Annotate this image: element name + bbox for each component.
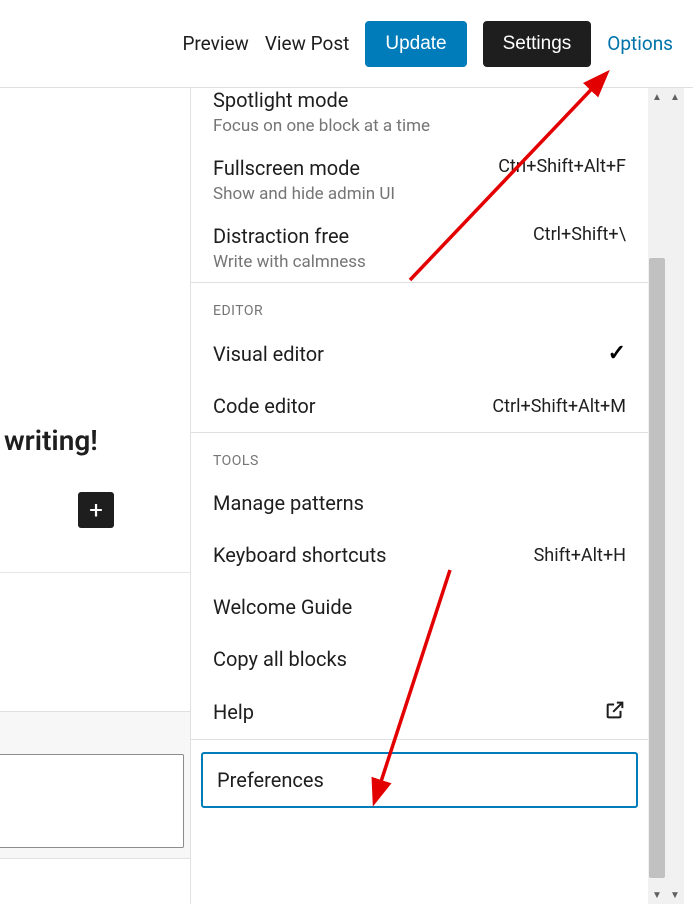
menu-label: Fullscreen mode: [213, 156, 498, 180]
manage-patterns-item[interactable]: Manage patterns: [191, 477, 648, 529]
help-item[interactable]: Help: [191, 685, 648, 739]
add-block-button[interactable]: +: [78, 492, 114, 528]
keyboard-shortcut: Ctrl+Shift+\: [533, 224, 626, 245]
settings-button[interactable]: Settings: [483, 21, 592, 67]
menu-label: Spotlight mode: [213, 88, 626, 112]
options-link[interactable]: Options: [607, 32, 673, 55]
scroll-thumb[interactable]: [649, 258, 665, 878]
scroll-up-arrow-icon[interactable]: ▲: [648, 88, 666, 106]
page-scrollbar[interactable]: ▲ ▼: [666, 88, 684, 904]
plus-icon: +: [89, 496, 103, 524]
scroll-down-arrow-icon[interactable]: ▼: [666, 886, 684, 904]
keyboard-shortcut: Ctrl+Shift+Alt+M: [492, 396, 626, 417]
editor-text-fragment: writing!: [4, 424, 98, 457]
menu-label: Keyboard shortcuts: [213, 543, 387, 567]
visual-editor-item[interactable]: Visual editor ✓: [191, 327, 648, 380]
options-menu: Spotlight mode Focus on one block at a t…: [190, 88, 648, 904]
menu-scrollbar[interactable]: ▲ ▼: [648, 88, 666, 904]
editor-section: Editor Visual editor ✓ Code editor Ctrl+…: [191, 283, 648, 433]
spotlight-mode-item[interactable]: Spotlight mode Focus on one block at a t…: [191, 88, 648, 146]
section-heading: Editor: [191, 283, 648, 327]
keyboard-shortcut: Shift+Alt+H: [534, 545, 626, 566]
external-link-icon: [604, 699, 626, 725]
preview-link[interactable]: Preview: [182, 32, 248, 55]
menu-label: Manage patterns: [213, 491, 364, 515]
partial-textarea[interactable]: [0, 754, 184, 848]
tools-section: Tools Manage patterns Keyboard shortcuts…: [191, 433, 648, 740]
welcome-guide-item[interactable]: Welcome Guide: [191, 581, 648, 633]
copy-all-blocks-item[interactable]: Copy all blocks: [191, 633, 648, 685]
menu-label: Code editor: [213, 394, 316, 418]
fullscreen-mode-item[interactable]: Fullscreen mode Show and hide admin UI C…: [191, 146, 648, 214]
editor-toolbar: Preview View Post Update Settings Option…: [0, 0, 693, 88]
menu-label: Welcome Guide: [213, 595, 352, 619]
view-post-link[interactable]: View Post: [265, 32, 350, 55]
scroll-down-arrow-icon[interactable]: ▼: [648, 886, 666, 904]
code-editor-item[interactable]: Code editor Ctrl+Shift+Alt+M: [191, 380, 648, 432]
menu-desc: Write with calmness: [213, 252, 533, 272]
divider: [0, 572, 190, 573]
menu-desc: Show and hide admin UI: [213, 184, 498, 204]
distraction-free-item[interactable]: Distraction free Write with calmness Ctr…: [191, 214, 648, 282]
menu-label: Distraction free: [213, 224, 533, 248]
preferences-item[interactable]: Preferences: [201, 752, 638, 808]
editor-canvas: writing! +: [0, 88, 190, 904]
section-heading: Tools: [191, 433, 648, 477]
keyboard-shortcuts-item[interactable]: Keyboard shortcuts Shift+Alt+H: [191, 529, 648, 581]
menu-label: Visual editor: [213, 342, 324, 366]
view-section: Spotlight mode Focus on one block at a t…: [191, 88, 648, 283]
scroll-up-arrow-icon[interactable]: ▲: [666, 88, 684, 106]
keyboard-shortcut: Ctrl+Shift+Alt+F: [498, 156, 626, 177]
menu-label: Copy all blocks: [213, 647, 347, 671]
update-button[interactable]: Update: [365, 21, 466, 67]
menu-desc: Focus on one block at a time: [213, 116, 626, 136]
menu-label: Help: [213, 700, 254, 724]
checkmark-icon: ✓: [608, 341, 626, 366]
